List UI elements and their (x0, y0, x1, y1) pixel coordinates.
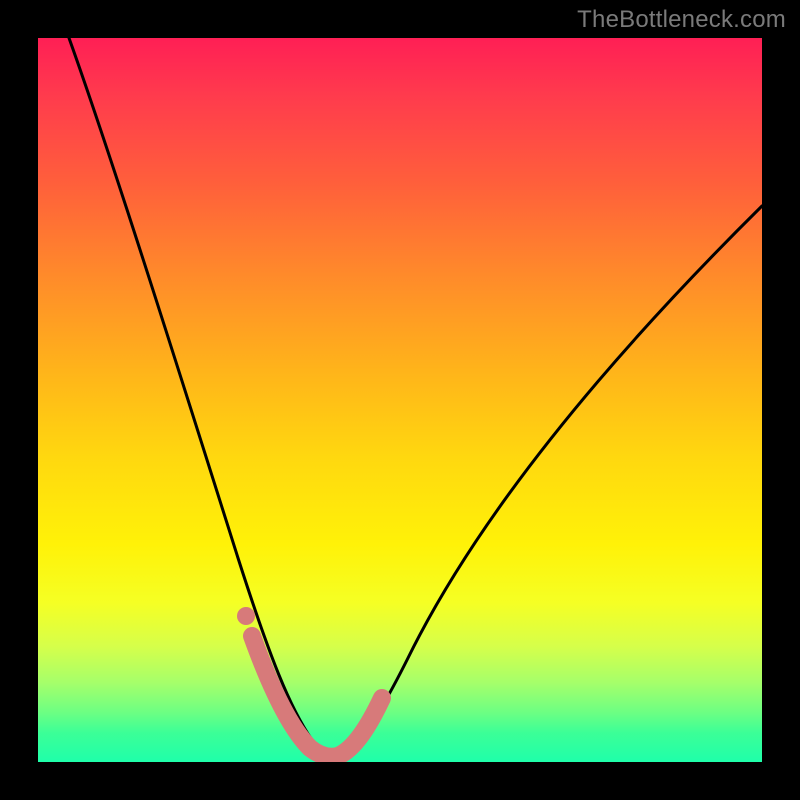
curve-overlay (38, 38, 762, 762)
curve-overlay-dot (237, 607, 255, 625)
watermark-text: TheBottleneck.com (577, 6, 786, 34)
curve-main (69, 38, 762, 756)
chart-frame: TheBottleneck.com (0, 0, 800, 800)
plot-area (38, 38, 762, 762)
